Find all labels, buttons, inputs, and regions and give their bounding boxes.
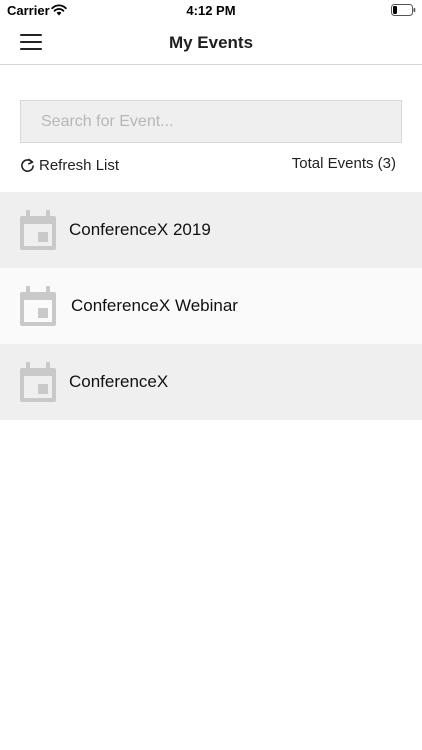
navigation-bar: My Events	[0, 22, 422, 65]
search-field[interactable]	[20, 100, 402, 143]
refresh-list-label: Refresh List	[39, 156, 120, 174]
refresh-icon	[21, 158, 34, 172]
event-row[interactable]: ConferenceX 2019	[0, 192, 422, 268]
event-row[interactable]: ConferenceX	[0, 344, 422, 420]
event-name: ConferenceX Webinar	[71, 296, 238, 315]
total-events-count: Total Events (3)	[291, 155, 396, 172]
status-bar: Carrier 4:12 PM	[0, 0, 422, 22]
calendar-icon	[20, 210, 56, 250]
event-list: ConferenceX 2019 ConferenceX Webinar Con…	[0, 192, 422, 420]
search-input[interactable]	[21, 101, 401, 142]
event-name: ConferenceX	[69, 372, 169, 391]
calendar-icon	[20, 362, 56, 402]
event-name: ConferenceX 2019	[69, 220, 211, 239]
page-title: My Events	[168, 33, 254, 52]
battery-icon	[391, 4, 416, 16]
calendar-icon	[20, 286, 56, 326]
clock: 4:12 PM	[186, 3, 236, 18]
refresh-list-button[interactable]: Refresh List	[20, 155, 119, 175]
event-row[interactable]: ConferenceX Webinar	[0, 268, 422, 344]
